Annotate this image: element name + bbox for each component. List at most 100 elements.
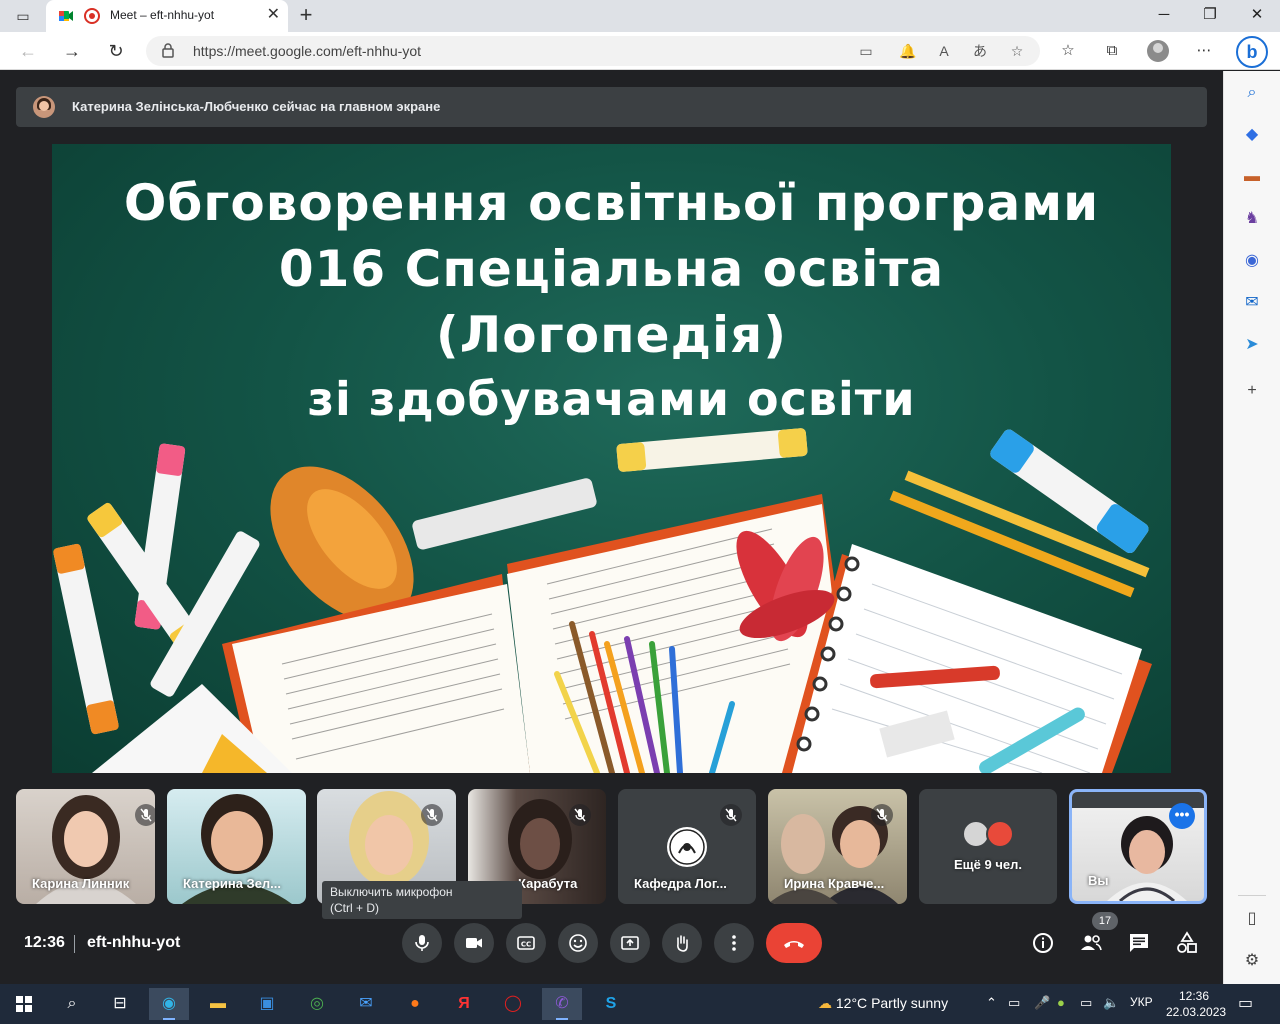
self-name: Вы	[1088, 873, 1109, 888]
minimize-button[interactable]: ─	[1154, 5, 1174, 25]
outlook-icon[interactable]: ✉	[1242, 293, 1262, 313]
camera-in-use-icon[interactable]: ▭	[856, 41, 876, 61]
window-close-button[interactable]: ✕	[1247, 5, 1267, 25]
recording-icon	[84, 8, 100, 24]
chat-button[interactable]	[1127, 931, 1151, 955]
meet-favicon-icon	[59, 11, 73, 21]
info-icon	[1033, 933, 1053, 953]
participant-tile[interactable]: Карина Линник	[16, 789, 155, 904]
task-view-icon[interactable]: ⊟	[100, 988, 140, 1020]
reactions-button[interactable]	[558, 923, 598, 963]
file-explorer-icon[interactable]: ▬	[198, 988, 238, 1020]
volume-icon[interactable]: 🔈	[1103, 995, 1119, 1011]
bing-chat-icon[interactable]: b	[1236, 36, 1268, 68]
meeting-details-button[interactable]	[1031, 931, 1055, 955]
tab-actions-icon[interactable]: ▭	[14, 7, 32, 25]
participant-name: Карабута	[518, 876, 578, 891]
edge-app-icon[interactable]: ◉	[149, 988, 189, 1020]
settings-more-icon[interactable]: ⋯	[1194, 41, 1214, 61]
drop-icon[interactable]: ➤	[1242, 335, 1262, 355]
mail-icon[interactable]: ✉	[346, 988, 386, 1020]
sidebar-settings-icon[interactable]: ⚙	[1242, 951, 1262, 971]
temperature: 12°C	[835, 995, 868, 1011]
store-icon[interactable]: ▣	[247, 988, 287, 1020]
participant-tile[interactable]: Ирина Кравче...	[768, 789, 907, 904]
mic-tooltip: Выключить микрофон (Ctrl + D)	[322, 881, 522, 919]
presenter-avatar	[33, 96, 55, 118]
input-language[interactable]: УКР	[1130, 995, 1153, 1009]
search-icon[interactable]: ⌕	[52, 988, 92, 1020]
participant-avatar	[986, 820, 1014, 848]
tooltip-line-2: (Ctrl + D)	[330, 901, 379, 915]
emoji-icon	[569, 934, 587, 952]
camera-button[interactable]	[454, 923, 494, 963]
notifications-blocked-icon[interactable]: 🔔	[898, 41, 918, 61]
mic-off-icon	[421, 804, 443, 826]
microsoft365-icon[interactable]: ◉	[1242, 251, 1262, 271]
windows-start-icon[interactable]	[4, 988, 44, 1020]
captions-icon: CC	[517, 936, 535, 950]
add-favorite-icon[interactable]: ☆	[1007, 41, 1027, 61]
firefox-icon[interactable]: ●	[395, 988, 435, 1020]
back-button[interactable]: ←	[16, 39, 40, 63]
search-icon[interactable]: ⌕	[1242, 83, 1262, 103]
raise-hand-button[interactable]	[662, 923, 702, 963]
notifications-icon[interactable]: ▭	[1238, 993, 1253, 1013]
present-icon	[621, 936, 639, 950]
taskbar-clock[interactable]: 12:36 22.03.2023	[1166, 988, 1226, 1020]
weather-widget[interactable]: ☁ 12°C Partly sunny	[818, 995, 948, 1012]
browser-tab-meet[interactable]: Meet – eft-nhhu-yot ✕	[46, 0, 288, 32]
app-tray-icon[interactable]: ●	[1057, 995, 1065, 1010]
new-tab-button[interactable]: +	[294, 3, 318, 27]
windows-taskbar: ⌕ ⊟ ◉ ▬ ▣ ◎ ✉ ● Я ◯ ✆ S ☁ 12°C Partly su…	[0, 984, 1280, 1024]
people-button[interactable]	[1079, 931, 1103, 955]
slide-title-line-3: (Логопедія)	[435, 306, 788, 364]
leave-call-button[interactable]	[766, 923, 822, 963]
shopping-icon[interactable]: ◆	[1242, 125, 1262, 145]
presenting-banner: Катерина Зелінська-Любченко сейчас на гл…	[16, 87, 1207, 127]
weather-text: Partly sunny	[871, 995, 949, 1011]
tools-icon[interactable]: ▬	[1242, 167, 1262, 187]
tab-close-icon[interactable]: ✕	[267, 6, 280, 24]
present-screen-button[interactable]	[610, 923, 650, 963]
edge-sidebar: ⌕ ◆ ▬ ♞ ◉ ✉ ➤ + ▯ ⚙	[1223, 71, 1280, 984]
opera-icon[interactable]: ◯	[493, 988, 533, 1020]
browser-tab-strip: ▭ Meet – eft-nhhu-yot ✕ + ─ ❐ ✕	[0, 0, 1280, 32]
profile-avatar[interactable]	[1147, 40, 1169, 62]
participant-count-badge: 17	[1092, 912, 1118, 930]
participant-tile[interactable]: Катерина Зел...	[167, 789, 306, 904]
reload-button[interactable]: ↻	[104, 39, 128, 63]
mic-off-icon	[569, 804, 591, 826]
more-participants-tile[interactable]: Ещё 9 чел.	[919, 789, 1057, 904]
add-sidebar-app-icon[interactable]: +	[1242, 381, 1262, 401]
sidebar-divider	[1238, 895, 1266, 896]
skype-icon[interactable]: S	[591, 988, 631, 1020]
more-options-button[interactable]	[714, 923, 754, 963]
microphone-button[interactable]	[402, 923, 442, 963]
translate-icon[interactable]: あ	[970, 41, 990, 61]
hang-up-icon	[784, 941, 804, 948]
slide-title-line-1: Обговорення освітньої програми	[123, 174, 1100, 232]
more-options-icon[interactable]: •••	[1169, 803, 1195, 829]
weather-icon: ☁	[818, 995, 836, 1011]
address-bar[interactable]: https://meet.google.com/eft-nhhu-yot ▭ 🔔…	[146, 36, 1040, 66]
hide-sidebar-icon[interactable]: ▯	[1242, 909, 1262, 929]
forward-button[interactable]: →	[60, 39, 84, 63]
camera-tray-icon[interactable]: ▭	[1008, 995, 1020, 1011]
read-aloud-icon[interactable]: A	[934, 41, 954, 61]
hand-icon	[677, 935, 688, 952]
collections-icon[interactable]: ⧉	[1102, 41, 1122, 61]
activities-button[interactable]	[1175, 931, 1199, 955]
microphone-tray-icon[interactable]: 🎤	[1034, 995, 1050, 1011]
show-hidden-icons[interactable]: ⌃	[986, 995, 997, 1011]
captions-button[interactable]: CC	[506, 923, 546, 963]
favorites-icon[interactable]: ☆	[1058, 41, 1078, 61]
viber-icon[interactable]: ✆	[542, 988, 582, 1020]
restore-button[interactable]: ❐	[1200, 5, 1220, 25]
yandex-icon[interactable]: Я	[444, 988, 484, 1020]
self-view-tile[interactable]: ••• Вы	[1069, 789, 1207, 904]
participant-tile[interactable]: Кафедра Лог...	[618, 789, 756, 904]
network-icon[interactable]: ▭	[1080, 995, 1092, 1011]
games-icon[interactable]: ♞	[1242, 209, 1262, 229]
chrome-icon[interactable]: ◎	[297, 988, 337, 1020]
